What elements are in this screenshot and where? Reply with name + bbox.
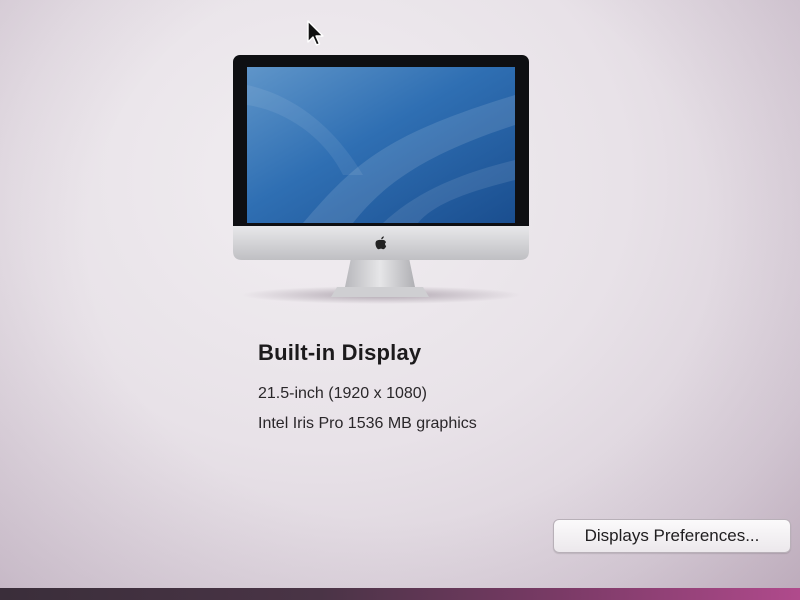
imac-icon xyxy=(233,55,529,305)
display-title: Built-in Display xyxy=(258,340,422,365)
dock-edge xyxy=(0,588,800,600)
displays-preferences-button[interactable]: Displays Preferences... xyxy=(553,519,791,553)
display-graphics-info: Intel Iris Pro 1536 MB graphics xyxy=(258,415,477,432)
mouse-cursor-icon xyxy=(306,20,326,48)
display-size-resolution: 21.5-inch (1920 x 1080) xyxy=(258,385,427,402)
